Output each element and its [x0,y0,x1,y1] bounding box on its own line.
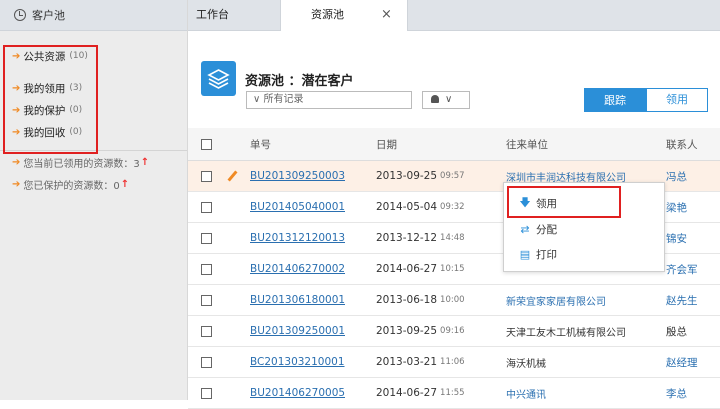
sidebar-stat-protected: ➔ 您已保护的资源数：0 ↑ [0,173,187,195]
user-filter-select[interactable]: ∨ [422,91,470,109]
row-time: 09:57 [440,171,465,181]
row-date: 2013-06-18 [376,294,438,306]
pencil-icon [227,170,238,182]
row-checkbox[interactable] [201,387,212,399]
highlight-box [507,186,621,218]
record-filter-select[interactable]: ∨ 所有记录 [246,91,412,109]
row-date: 2013-12-12 [376,232,438,244]
menu-item-label: 打印 [536,248,557,261]
row-checkbox[interactable] [201,294,212,306]
col-header-company[interactable]: 往来单位 [506,128,548,160]
claim-button[interactable]: 领用 [646,88,708,112]
tab-bar: 工作台 资源池 × [188,0,720,31]
table-row[interactable]: BU201406270005 2014-06-27 11:55 中兴通讯 李总 [188,378,720,409]
row-date: 2014-06-27 [376,387,438,399]
row-time: 14:48 [440,233,465,243]
print-icon: ▤ [519,247,531,261]
table-row[interactable]: BC201303210001 2013-03-21 11:06 海沃机械 赵经理 [188,347,720,378]
table-row[interactable]: BU201309250001 2013-09-25 09:16 天津工友木工机械有… [188,316,720,347]
row-contact: 赵经理 [666,356,698,369]
tab-workbench[interactable]: 工作台 [196,0,229,30]
row-id-link[interactable]: BU201406270005 [250,378,345,408]
arrow-right-icon: ➔ [12,178,21,190]
row-checkbox[interactable] [201,356,212,368]
track-button[interactable]: 跟踪 [584,88,646,112]
sidebar-header: 客户池 [0,0,187,31]
row-date: 2014-06-27 [376,263,438,275]
stat-label: 您已保护的资源数：0 [23,180,120,192]
row-date: 2013-09-25 [376,170,438,182]
close-icon[interactable]: × [381,0,392,30]
user-icon [431,95,439,103]
col-header-id[interactable]: 单号 [250,128,271,160]
row-contact: 梁艳 [666,201,687,214]
col-header-date[interactable]: 日期 [376,128,397,160]
menu-item-assign[interactable]: ⇄ 分配 [518,219,557,239]
row-checkbox[interactable] [201,232,212,244]
row-time: 11:55 [440,388,465,398]
row-time: 10:15 [440,264,465,274]
chevron-down-icon: ∨ [445,94,453,105]
row-id-link[interactable]: BU201306180001 [250,285,345,315]
arrow-right-icon: ➔ [12,156,21,168]
table-row[interactable]: BU201306180001 2013-06-18 10:00 新荣宜家家居有限公… [188,285,720,316]
content-header: 资源池 ：潜在客户 ∨ 所有记录 ∨ 跟踪 领用 [188,31,720,127]
row-id-link[interactable]: BU201309250001 [250,316,345,346]
sidebar: 客户池 ➔ 公共资源 (10) ➔ 我的领用 (3) ➔ 我的保护 (0) ➔ … [0,0,188,400]
row-contact: 李总 [666,387,687,400]
row-date: 2014-05-04 [376,201,438,213]
row-checkbox[interactable] [201,263,212,275]
row-id-link[interactable]: BU201312120013 [250,223,345,253]
highlight-box [3,45,98,154]
row-date: 2013-09-25 [376,325,438,337]
row-date: 2013-03-21 [376,356,438,368]
menu-item-label: 分配 [536,223,557,236]
row-contact: 赵先生 [666,294,698,307]
share-icon: ⇄ [520,222,530,236]
tab-resource-pool[interactable]: 资源池 × [280,0,408,31]
row-company: 中兴通讯 [506,389,546,401]
row-checkbox[interactable] [201,201,212,213]
clock-icon [14,9,26,21]
layers-icon [201,61,236,96]
row-time: 11:06 [440,357,465,367]
page-title: 资源池 ：潜在客户 [245,74,354,89]
row-company: 天津工友木工机械有限公司 [506,327,626,339]
row-time: 09:16 [440,326,465,336]
arrow-up-icon: ↑ [120,178,130,190]
row-id-link[interactable]: BU201406270002 [250,254,345,284]
row-id-link[interactable]: BC201303210001 [250,347,345,377]
row-time: 09:32 [440,202,465,212]
sidebar-stat-claimed: ➔ 您当前已领用的资源数：3 ↑ [0,151,187,173]
row-contact: 锦安 [666,232,687,245]
row-checkbox[interactable] [201,170,212,182]
menu-item-print[interactable]: ▤ 打印 [518,244,557,264]
table-header: 单号 日期 往来单位 联系人 [188,128,720,161]
row-id-link[interactable]: BU201309250003 [250,161,345,191]
col-header-contact[interactable]: 联系人 [666,128,698,160]
select-all-checkbox[interactable] [201,138,212,150]
arrow-up-icon: ↑ [140,156,150,168]
row-checkbox[interactable] [201,325,212,337]
stat-label: 您当前已领用的资源数：3 [23,158,140,170]
row-id-link[interactable]: BU201405040001 [250,192,345,222]
row-time: 10:00 [440,295,465,305]
row-contact: 冯总 [666,170,687,183]
row-company: 海沃机械 [506,358,546,370]
row-contact: 殷总 [666,325,687,338]
row-contact: 齐会军 [666,263,698,276]
tab-label: 资源池 [311,8,344,21]
sidebar-title: 客户池 [32,9,65,22]
row-company: 新荣宜家家居有限公司 [506,296,606,308]
